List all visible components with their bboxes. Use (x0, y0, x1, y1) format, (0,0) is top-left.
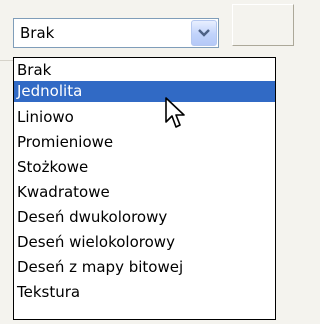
combo-dropdown-button[interactable] (191, 20, 217, 46)
background-panel-frame (232, 4, 294, 46)
list-item-jednolita[interactable]: Jednolita (14, 81, 275, 102)
list-item-promieniowe[interactable]: Promieniowe (14, 132, 275, 153)
list-item-desen-dwukolorowy[interactable]: Deseń dwukolorowy (14, 207, 275, 228)
list-item-tekstura[interactable]: Tekstura (14, 282, 275, 303)
chevron-down-icon (198, 29, 210, 37)
background-divider (0, 60, 13, 61)
list-item-brak[interactable]: Brak (14, 60, 275, 81)
list-item-liniowo[interactable]: Liniowo (14, 107, 275, 128)
list-item-desen-z-mapy-bitowej[interactable]: Deseń z mapy bitowej (14, 257, 275, 278)
list-item-stozkowe[interactable]: Stożkowe (14, 157, 275, 178)
list-item-kwadratowe[interactable]: Kwadratowe (14, 182, 275, 203)
fill-type-dropdown-list: Brak Jednolita Liniowo Promieniowe Stożk… (13, 57, 276, 320)
combo-selected-value: Brak (20, 24, 55, 42)
fill-type-combo[interactable]: Brak (13, 18, 219, 48)
mouse-pointer-icon (165, 97, 185, 128)
list-item-desen-wielokolorowy[interactable]: Deseń wielokolorowy (14, 232, 275, 253)
